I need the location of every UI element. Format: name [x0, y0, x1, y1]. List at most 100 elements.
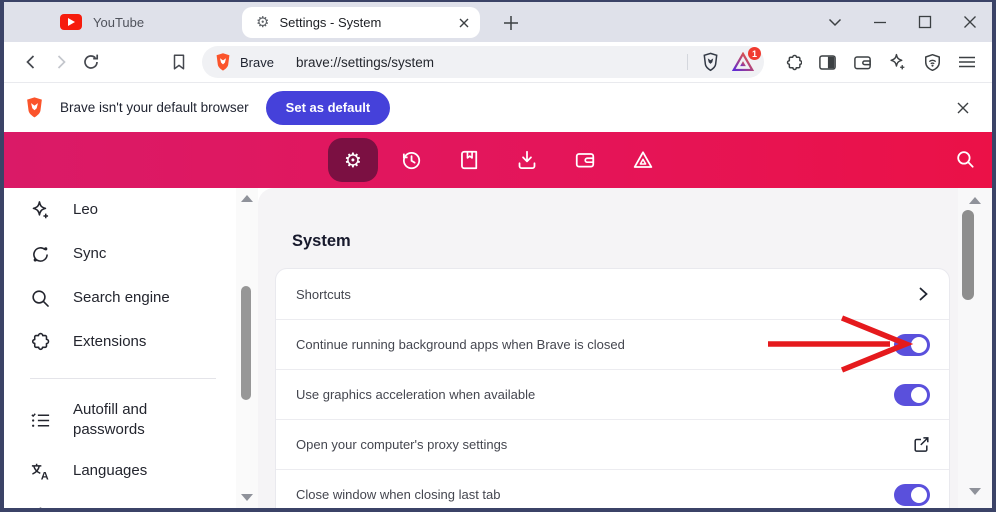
chevron-right-icon [916, 286, 930, 302]
row-proxy-settings[interactable]: Open your computer's proxy settings [276, 419, 949, 469]
url-text: brave://settings/system [295, 54, 435, 70]
sidebar-item-downloads[interactable]: Downloads [4, 493, 236, 508]
history-icon[interactable] [382, 132, 440, 188]
bookmarks-book-icon[interactable] [440, 132, 498, 188]
toggle-knob [911, 386, 927, 403]
scroll-up-arrow-icon[interactable] [241, 195, 253, 202]
settings-navbar: ⚙ [4, 132, 992, 188]
address-separator [687, 54, 688, 70]
sidebar-label: Languages [73, 461, 148, 479]
close-window-toggle[interactable] [894, 483, 930, 506]
brave-shields-icon[interactable] [698, 47, 722, 77]
tab-settings-system[interactable]: ⚙ Settings - System [242, 7, 480, 38]
sidebar-item-autofill[interactable]: Autofill and passwords [4, 391, 236, 449]
settings-sidebar: Leo Sync Search engine Extensions Autofi… [4, 188, 236, 508]
translate-icon: A [31, 463, 49, 482]
sidebar-item-search-engine[interactable]: Search engine [4, 276, 236, 320]
content-scrollbar[interactable] [958, 188, 992, 508]
sidebar-label: Sync [73, 244, 107, 262]
tab-search-chevron-icon[interactable] [812, 2, 857, 42]
sidebar-label: Autofill and passwords [73, 400, 148, 438]
sidebar-label: Extensions [73, 332, 147, 350]
toolbar-right-icons [779, 47, 980, 77]
extensions-puzzle-icon [31, 332, 50, 350]
scroll-down-arrow-icon[interactable] [241, 494, 253, 501]
toolbar: Brave brave://settings/system 1 [4, 42, 992, 82]
sidebar-label: Search engine [73, 288, 170, 306]
downloads-icon[interactable] [498, 132, 556, 188]
brave-rewards-triangle-icon[interactable]: 1 [732, 47, 761, 72]
row-label: Close window when closing last tab [296, 487, 501, 502]
sidebar-item-leo[interactable]: Leo [4, 188, 236, 232]
downloads-icon [39, 507, 42, 508]
address-bar[interactable]: Brave brave://settings/system 1 [202, 46, 764, 78]
leo-sparkle-icon[interactable] [884, 47, 910, 77]
sidebar-scrollbar[interactable] [236, 188, 258, 508]
sidebar-panel-icon[interactable] [814, 47, 840, 77]
site-label: Brave [240, 54, 274, 70]
external-link-icon [913, 436, 930, 453]
brave-lion-icon [216, 53, 230, 71]
rewards-badge: 1 [748, 47, 761, 60]
search-icon[interactable] [954, 148, 976, 170]
bookmark-icon[interactable] [164, 47, 194, 77]
scroll-up-arrow-icon[interactable] [969, 197, 981, 204]
scrollbar-thumb[interactable] [962, 210, 974, 300]
settings-gear-icon: ⚙ [256, 13, 270, 31]
navbar-settings-button[interactable]: ⚙ [324, 132, 382, 188]
wallet-icon[interactable] [849, 47, 875, 77]
close-icon[interactable] [947, 2, 992, 42]
row-label: Use graphics acceleration when available [296, 387, 536, 402]
active-pill: ⚙ [328, 138, 378, 182]
maximize-icon[interactable] [902, 2, 947, 42]
sidebar-item-languages[interactable]: A Languages [4, 449, 236, 493]
tab-title: YouTube [93, 14, 145, 30]
minimize-icon[interactable] [857, 2, 902, 42]
tab-strip: YouTube ⚙ Settings - System [4, 2, 992, 42]
navbar-icons: ⚙ [324, 132, 672, 188]
sync-icon [33, 246, 48, 262]
row-shortcuts[interactable]: Shortcuts [276, 269, 949, 319]
window-controls [812, 2, 992, 42]
brave-lion-icon [27, 97, 42, 118]
vpn-shield-icon[interactable] [919, 47, 945, 77]
tab-title: Settings - System [279, 15, 382, 30]
wallet-icon[interactable] [556, 132, 614, 188]
row-graphics-acceleration[interactable]: Use graphics acceleration when available [276, 369, 949, 419]
sidebar-label: Downloads [73, 505, 147, 508]
reload-icon[interactable] [76, 47, 106, 77]
menu-hamburger-icon[interactable] [954, 47, 980, 77]
row-close-window-last-tab[interactable]: Close window when closing last tab [276, 469, 949, 508]
toggle-knob [911, 336, 927, 353]
row-background-apps[interactable]: Continue running background apps when Br… [276, 319, 949, 369]
rewards-triangle-icon[interactable] [614, 132, 672, 188]
sidebar-item-extensions[interactable]: Extensions [4, 320, 236, 364]
infobar-close-icon[interactable] [956, 101, 970, 115]
extensions-puzzle-icon[interactable] [779, 47, 805, 77]
back-icon[interactable] [16, 47, 46, 77]
row-label: Open your computer's proxy settings [296, 437, 508, 452]
autofill-list-icon [31, 412, 50, 427]
default-browser-infobar: Brave isn't your default browser Set as … [4, 82, 992, 132]
tab-close-icon[interactable] [458, 17, 470, 29]
page-title: System [292, 232, 351, 250]
set-as-default-button[interactable]: Set as default [265, 90, 391, 125]
forward-icon[interactable] [46, 47, 76, 77]
row-label: Shortcuts [296, 286, 351, 302]
scroll-down-arrow-icon[interactable] [969, 488, 981, 495]
settings-gear-icon: ⚙ [344, 148, 362, 172]
graphics-acceleration-toggle[interactable] [894, 383, 930, 406]
sidebar-item-sync[interactable]: Sync [4, 232, 236, 276]
system-settings-pane: System Shortcuts Continue running backgr… [258, 188, 958, 508]
row-label: Continue running background apps when Br… [296, 337, 625, 352]
background-apps-toggle[interactable] [894, 333, 930, 356]
svg-text:A: A [41, 470, 49, 482]
infobar-message: Brave isn't your default browser [60, 100, 249, 115]
search-icon [32, 289, 49, 307]
new-tab-button[interactable] [500, 12, 522, 34]
toggle-knob [911, 486, 927, 503]
settings-content: Leo Sync Search engine Extensions Autofi… [4, 188, 992, 508]
sidebar-label: Leo [73, 200, 99, 218]
tab-youtube[interactable]: YouTube [60, 2, 144, 42]
scrollbar-thumb[interactable] [241, 286, 251, 400]
